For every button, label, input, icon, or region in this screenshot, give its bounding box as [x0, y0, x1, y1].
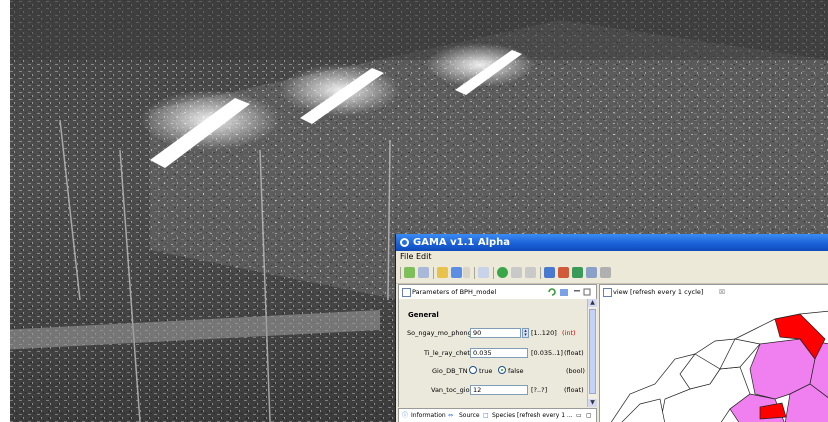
revert-icon[interactable] — [559, 287, 569, 297]
param-value-input[interactable]: 0.035 — [470, 348, 528, 358]
tab-icon — [402, 288, 411, 297]
tab-information[interactable]: Information — [411, 409, 446, 422]
param-label: So_ngay_mo_phong — [407, 329, 472, 337]
param-type: (int) — [562, 329, 576, 337]
tab-parameters[interactable]: Parameters of BPH_model — [398, 284, 597, 300]
species-tab-icon: □ — [483, 412, 489, 419]
gama-window: GAMA v1.1 Alpha File Edit Parameters of … — [395, 234, 828, 422]
spinner-icon[interactable]: ▴ ▾ — [522, 328, 529, 338]
radio-false[interactable] — [498, 366, 506, 374]
pause-icon[interactable] — [497, 267, 508, 278]
bottom-tabs: ⓘ Information ⇔ Source □ Species [refres… — [398, 408, 597, 422]
new-icon[interactable] — [404, 267, 415, 278]
step-icon[interactable] — [478, 267, 489, 278]
param-range: [1..120] — [531, 329, 557, 337]
tab-view[interactable]: view [refresh every 1 cycle] ☒ — [599, 284, 828, 300]
section-title: General — [408, 311, 439, 319]
radio-true-label: true — [479, 367, 493, 375]
scroll-down-icon[interactable]: ▼ — [588, 399, 597, 407]
chevron-down-icon[interactable] — [463, 267, 470, 278]
reload-icon[interactable] — [525, 267, 536, 278]
parameters-panel: General So_ngay_mo_phong 90 ▴ ▾ [1..120] … — [398, 299, 588, 407]
scroll-up-icon[interactable]: ▲ — [588, 299, 597, 307]
param-type: (bool) — [566, 367, 585, 375]
grid-icon[interactable] — [586, 267, 597, 278]
param-range: [?..?] — [531, 386, 548, 394]
param-type: (float) — [564, 386, 584, 394]
minimize-icon[interactable] — [573, 287, 581, 297]
minimize-icon[interactable]: ▭ — [576, 409, 582, 422]
scroll-thumb[interactable] — [589, 309, 596, 394]
export-icon[interactable] — [600, 267, 611, 278]
menu-edit[interactable]: Edit — [416, 251, 432, 263]
close-icon[interactable]: ☒ — [719, 285, 725, 299]
open-icon[interactable] — [418, 267, 429, 278]
tab-view-label: view [refresh every 1 cycle] — [613, 288, 704, 296]
maximize-icon[interactable] — [583, 287, 591, 297]
tab-species[interactable]: Species [refresh every 1 ... — [492, 409, 573, 422]
tab-parameters-label: Parameters of BPH_model — [412, 288, 497, 296]
radio-true[interactable] — [469, 366, 477, 374]
scrollbar[interactable]: ▲ ▼ — [587, 299, 597, 407]
maximize-icon[interactable]: ▢ — [586, 409, 592, 422]
tab-source[interactable]: Source — [459, 409, 480, 422]
radio-false-label: false — [508, 367, 524, 375]
refresh-icon[interactable] — [547, 287, 557, 297]
edit-icon[interactable] — [437, 267, 448, 278]
toolbar — [396, 263, 828, 284]
param-value-input[interactable]: 90 — [470, 328, 521, 338]
param-label: Ti_le_ray_chet — [424, 349, 470, 357]
param-range: [0.035..1] — [531, 349, 563, 357]
stop-icon[interactable] — [511, 267, 522, 278]
agents-icon[interactable] — [558, 267, 569, 278]
map-view — [599, 299, 828, 422]
window-title: GAMA v1.1 Alpha — [413, 237, 511, 248]
param-label: Van_toc_gio — [431, 386, 470, 394]
info-icon: ⓘ — [402, 412, 409, 419]
param-value-input[interactable]: 12 — [470, 385, 528, 395]
tab-icon — [603, 288, 612, 297]
menu-bar: File Edit — [396, 251, 828, 263]
gama-app-icon — [400, 238, 409, 247]
param-type: (float) — [564, 349, 584, 357]
title-bar: GAMA v1.1 Alpha — [396, 234, 828, 251]
source-icon: ⇔ — [448, 412, 454, 419]
species-icon[interactable] — [544, 267, 555, 278]
table-icon[interactable] — [572, 267, 583, 278]
menu-file[interactable]: File — [400, 251, 413, 263]
param-label: Gio_DB_TN — [432, 367, 468, 375]
run-icon[interactable] — [451, 267, 462, 278]
